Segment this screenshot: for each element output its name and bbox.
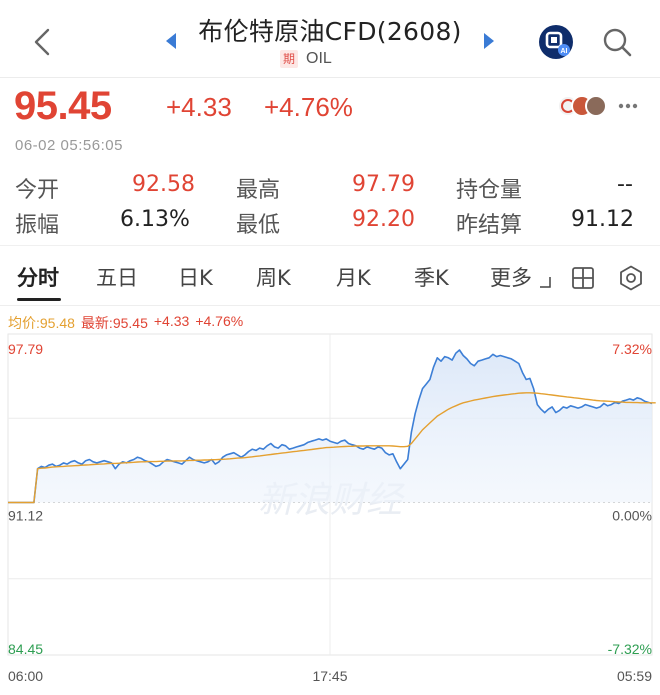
amplitude-label: 振幅 <box>15 213 60 238</box>
price-change-percent: +4.76% <box>264 92 353 122</box>
futures-badge: 期 <box>280 50 299 68</box>
chevron-left-icon[interactable] <box>30 24 56 60</box>
high-value: 97.79 <box>352 172 415 197</box>
amplitude-value: 6.13% <box>120 207 190 232</box>
tabs-top-divider <box>0 245 660 246</box>
open-interest-value: -- <box>617 172 633 197</box>
top-nav-bar: 布伦特原油CFD(2608) 期 OIL AI <box>0 0 660 76</box>
x-tick-mid: 17:45 <box>312 668 347 684</box>
triangle-right-icon[interactable] <box>482 32 496 50</box>
open-value: 92.58 <box>132 172 195 197</box>
tab-more-label: 更多 <box>490 266 532 290</box>
legend-change-percent: +4.76% <box>195 313 244 329</box>
prev-settle-value: 91.12 <box>571 207 634 232</box>
tab-monthly-k[interactable]: 月K <box>336 262 371 292</box>
chart-legend: 均价:95.48 最新:95.45 +4.33 +4.76% <box>8 313 243 333</box>
legend-latest-price: 最新:95.45 <box>80 315 148 331</box>
tab-more[interactable]: 更多 <box>490 262 551 292</box>
triangle-left-icon[interactable] <box>164 32 178 50</box>
legend-change: +4.33 <box>153 313 190 329</box>
low-label: 最低 <box>236 213 281 238</box>
active-tab-indicator <box>17 298 61 301</box>
quote-timestamp: 06-02 05:56:05 <box>15 137 123 154</box>
svg-text:AI: AI <box>561 48 568 55</box>
y-tick-left-bottom: 84.45 <box>8 641 43 657</box>
chart-series <box>8 349 656 504</box>
community-avatars[interactable] <box>556 94 614 118</box>
grid-layout-icon[interactable] <box>571 266 595 290</box>
tabs-bottom-divider <box>0 305 660 306</box>
y-tick-left-mid: 91.12 <box>8 508 43 524</box>
prev-settle-label: 昨结算 <box>456 213 523 238</box>
legend-avg-price: 均价:95.48 <box>8 315 75 331</box>
open-label: 今开 <box>15 178 60 203</box>
instrument-code: OIL <box>306 50 332 67</box>
more-icon[interactable] <box>618 103 638 109</box>
tab-five-day[interactable]: 五日 <box>96 262 138 292</box>
tab-quarterly-k[interactable]: 季K <box>414 262 449 292</box>
y-tick-right-mid: 0.00% <box>612 508 652 524</box>
y-tick-right-top: 7.32% <box>612 341 652 357</box>
open-interest-label: 持仓量 <box>456 178 523 203</box>
instrument-subtitle: 期 OIL <box>280 49 332 69</box>
tab-daily-k[interactable]: 日K <box>178 262 213 292</box>
search-icon[interactable] <box>601 26 633 58</box>
x-tick-end: 05:59 <box>617 668 652 684</box>
last-price: 95.45 <box>14 84 112 128</box>
x-tick-start: 06:00 <box>8 668 43 684</box>
y-tick-right-bottom: -7.32% <box>608 641 652 657</box>
y-tick-left-top: 97.79 <box>8 341 43 357</box>
high-label: 最高 <box>236 178 281 203</box>
settings-icon[interactable] <box>618 265 644 291</box>
tab-intraday[interactable]: 分时 <box>17 262 59 292</box>
ai-assistant-icon[interactable]: AI <box>538 24 574 60</box>
price-change: +4.33 <box>166 92 232 122</box>
low-value: 92.20 <box>352 207 415 232</box>
header-divider <box>0 77 660 78</box>
instrument-title: 布伦特原油CFD(2608) <box>198 17 462 46</box>
intraday-chart[interactable]: 新浪财经 97.7991.1284.457.32%0.00%-7.32%06:0… <box>0 332 660 695</box>
tab-weekly-k[interactable]: 周K <box>256 262 291 292</box>
caret-down-icon <box>539 277 551 288</box>
